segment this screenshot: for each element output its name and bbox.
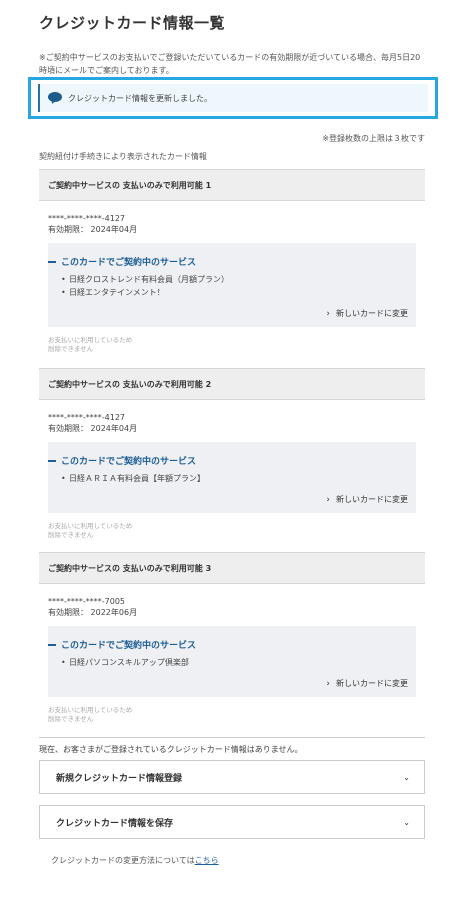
- card-number: ****-****-****-7005: [48, 597, 126, 606]
- flash-message: クレジットカード情報を更新しました。: [68, 93, 212, 103]
- card-header: ご契約中サービスの 支払いのみで利用可能 3: [39, 552, 425, 584]
- services-list: 日経クロストレンド有料会員（月額プラン） 日経エンタテインメント！: [48, 273, 408, 299]
- cannot-delete-note: お支払いに利用しているため 削除できません: [48, 336, 133, 353]
- change-card-link[interactable]: › 新しいカードに変更: [48, 678, 408, 689]
- change-method-link[interactable]: こちら: [195, 856, 219, 865]
- cannot-delete-note: お支払いに利用しているため 削除できません: [48, 706, 133, 723]
- services-box: このカードでご契約中のサービス 日経ＡＲＩＡ有料会員【年額プラン】 ›新しいカー…: [48, 442, 416, 513]
- chevron-down-icon: ⌄: [403, 772, 410, 782]
- change-method-note: クレジットカードの変更方法についてはこちら: [51, 856, 219, 865]
- service-item: 日経クロストレンド有料会員（月額プラン）: [61, 273, 408, 286]
- card-number: ****-****-****-4127: [48, 214, 126, 223]
- card-section-3: ご契約中サービスの 支払いのみで利用可能 3 ****-****-****-70…: [39, 552, 425, 724]
- no-card-note: 現在、お客さまがご登録されているクレジットカード情報はありません。: [39, 745, 303, 754]
- card-expiry: 有効期限： 2024年04月: [48, 225, 138, 234]
- dash-icon: [48, 260, 56, 263]
- chevron-down-icon: ⌄: [403, 817, 410, 827]
- accordion-label: 新規クレジットカード情報登録: [56, 773, 183, 784]
- chevron-right-icon: ›: [326, 678, 330, 689]
- change-card-link[interactable]: › 新しいカードに変更: [48, 308, 408, 319]
- card-expiry: 有効期限： 2024年04月: [48, 424, 138, 433]
- flash-message-box: クレジットカード情報を更新しました。: [38, 84, 428, 112]
- chevron-right-icon: ›: [326, 308, 330, 319]
- dash-icon: [48, 459, 56, 462]
- services-title: このカードでご契約中のサービス: [48, 638, 408, 651]
- cannot-delete-note: お支払いに利用しているため 削除できません: [48, 522, 133, 539]
- card-section-2: ご契約中サービスの 支払いのみで利用可能 2 ****-****-****-41…: [39, 368, 425, 540]
- service-item: 日経ＡＲＩＡ有料会員【年額プラン】: [61, 472, 408, 485]
- services-list: 日経ＡＲＩＡ有料会員【年額プラン】: [48, 472, 408, 485]
- dash-icon: [48, 643, 56, 646]
- service-item: 日経エンタテインメント！: [61, 286, 408, 299]
- chevron-right-icon: ›: [326, 494, 330, 505]
- divider: [39, 737, 425, 738]
- card-section-1: ご契約中サービスの 支払いのみで利用可能 1 ****-****-****-41…: [39, 169, 425, 354]
- card-header: ご契約中サービスの 支払いのみで利用可能 1: [39, 169, 425, 201]
- accordion-label: クレジットカード情報を保存: [56, 818, 174, 829]
- services-list: 日経パソコンスキルアップ倶楽部: [48, 656, 408, 669]
- card-limit-note: ※登録枚数の上限は３枚です: [322, 134, 425, 143]
- services-box: このカードでご契約中のサービス 日経パソコンスキルアップ倶楽部 ›新しいカードに…: [48, 626, 416, 697]
- expiry-notice: ※ご契約中サービスのお支払いでご登録いただいているカードの有効期限が近づいている…: [39, 53, 421, 75]
- services-box: このカードでご契約中のサービス 日経クロストレンド有料会員（月額プラン） 日経エ…: [48, 243, 416, 327]
- card-header: ご契約中サービスの 支払いのみで利用可能 2: [39, 368, 425, 400]
- card-number: ****-****-****-4127: [48, 413, 126, 422]
- services-title: このカードでご契約中のサービス: [48, 255, 408, 268]
- card-expiry: 有効期限： 2022年06月: [48, 608, 138, 617]
- services-title: このカードでご契約中のサービス: [48, 454, 408, 467]
- linked-cards-label: 契約紐付け手続きにより表示されたカード情報: [39, 152, 207, 161]
- success-flash: クレジットカード情報を更新しました。: [28, 77, 438, 119]
- change-card-link[interactable]: › 新しいカードに変更: [48, 494, 408, 505]
- new-card-registration-accordion[interactable]: 新規クレジットカード情報登録 ⌄: [39, 760, 425, 794]
- speech-bubble-icon: [48, 92, 62, 105]
- service-item: 日経パソコンスキルアップ倶楽部: [61, 656, 408, 669]
- save-card-accordion[interactable]: クレジットカード情報を保存 ⌄: [39, 805, 425, 839]
- page-title: クレジットカード情報一覧: [39, 14, 226, 32]
